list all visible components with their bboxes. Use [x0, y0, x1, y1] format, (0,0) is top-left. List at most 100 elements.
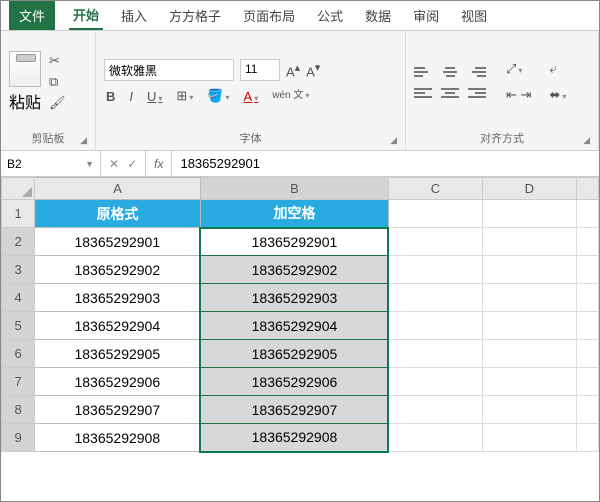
cell-A7[interactable]: 18365292906 [35, 368, 201, 396]
row-header-9[interactable]: 9 [2, 424, 35, 452]
decrease-font-icon[interactable]: A▾ [306, 61, 320, 79]
row-header-8[interactable]: 8 [2, 396, 35, 424]
cell-D2[interactable] [482, 228, 576, 256]
enter-formula-icon[interactable]: ✓ [127, 157, 137, 171]
align-center[interactable] [441, 85, 459, 101]
cell-D5[interactable] [482, 312, 576, 340]
row-header-7[interactable]: 7 [2, 368, 35, 396]
col-header-C[interactable]: C [388, 178, 482, 200]
bold-button[interactable]: B [104, 88, 117, 105]
cell-A1[interactable]: 原格式 [35, 200, 201, 228]
cell-C8[interactable] [388, 396, 482, 424]
align-right[interactable] [468, 85, 486, 101]
fx-icon[interactable]: fx [146, 151, 172, 176]
cell-B7[interactable]: 18365292906 [200, 368, 388, 396]
row-header-5[interactable]: 5 [2, 312, 35, 340]
cell-A3[interactable]: 18365292902 [35, 256, 201, 284]
cut-icon[interactable]: ✂ [49, 53, 66, 69]
col-header-D[interactable]: D [482, 178, 576, 200]
font-family-select[interactable]: 微软雅黑 [104, 59, 234, 81]
cell-C7[interactable] [388, 368, 482, 396]
cell-B6[interactable]: 18365292905 [200, 340, 388, 368]
cell-D3[interactable] [482, 256, 576, 284]
wrap-text-button[interactable]: ⤶ [549, 61, 566, 77]
row-header-6[interactable]: 6 [2, 340, 35, 368]
tab-7[interactable]: 审阅 [409, 2, 443, 29]
formula-input[interactable]: 18365292901 [172, 151, 599, 176]
fill-color-button[interactable]: 🪣 [205, 87, 231, 105]
cell-D9[interactable] [482, 424, 576, 452]
cell-D6[interactable] [482, 340, 576, 368]
tab-8[interactable]: 视图 [457, 2, 491, 29]
align-top-right[interactable] [468, 64, 486, 80]
col-header-B[interactable]: B [200, 178, 388, 200]
cell-C4[interactable] [388, 284, 482, 312]
cell-C2[interactable] [388, 228, 482, 256]
cell-A8[interactable]: 18365292907 [35, 396, 201, 424]
clipboard-icon [9, 51, 41, 87]
increase-font-icon[interactable]: A▴ [286, 61, 300, 79]
name-box-value: B2 [7, 157, 22, 171]
cancel-formula-icon[interactable]: ✕ [109, 157, 119, 171]
ribbon-group-clipboard: 粘贴 ✂ ⧉ 🖌 剪贴板◢ [1, 31, 96, 150]
cell-D7[interactable] [482, 368, 576, 396]
dialog-launcher-icon[interactable]: ◢ [390, 135, 397, 146]
ribbon-group-font: 微软雅黑 11 A▴ A▾ B I U ⊞ 🪣 A wén 文 字体◢ [96, 31, 406, 150]
select-all-corner[interactable] [2, 178, 35, 200]
row-header-4[interactable]: 4 [2, 284, 35, 312]
cell-B8[interactable]: 18365292907 [200, 396, 388, 424]
cell-A2[interactable]: 18365292901 [35, 228, 201, 256]
cell-C1[interactable] [388, 200, 482, 228]
worksheet[interactable]: ABCD1原格式加空格21836529290118365292901318365… [1, 177, 599, 453]
tab-0[interactable]: 文件 [9, 1, 55, 30]
orientation-button[interactable]: ⤢ [506, 61, 531, 77]
cell-C6[interactable] [388, 340, 482, 368]
cell-C9[interactable] [388, 424, 482, 452]
font-color-button[interactable]: A [242, 88, 261, 105]
align-top-left[interactable] [414, 64, 432, 80]
col-header-A[interactable]: A [35, 178, 201, 200]
underline-button[interactable]: U [145, 88, 164, 105]
border-button[interactable]: ⊞ [174, 87, 195, 105]
tab-2[interactable]: 插入 [117, 2, 151, 29]
cell-B5[interactable]: 18365292904 [200, 312, 388, 340]
font-size-select[interactable]: 11 [240, 59, 280, 81]
tab-6[interactable]: 数据 [361, 2, 395, 29]
tab-1[interactable]: 开始 [69, 1, 103, 30]
tab-3[interactable]: 方方格子 [165, 2, 225, 29]
cell-B1[interactable]: 加空格 [200, 200, 388, 228]
format-painter-icon[interactable]: 🖌 [49, 95, 66, 111]
row-header-3[interactable]: 3 [2, 256, 35, 284]
cell-A9[interactable]: 18365292908 [35, 424, 201, 452]
copy-icon[interactable]: ⧉ [49, 74, 66, 90]
align-left[interactable] [414, 85, 432, 101]
cell-B3[interactable]: 18365292902 [200, 256, 388, 284]
cell-D8[interactable] [482, 396, 576, 424]
row-header-1[interactable]: 1 [2, 200, 35, 228]
paste-button[interactable]: 粘贴 [9, 51, 41, 113]
tab-5[interactable]: 公式 [313, 2, 347, 29]
italic-button[interactable]: I [127, 88, 135, 105]
indent-decrease-button[interactable]: ⇤ ⇥ [506, 87, 531, 103]
name-box[interactable]: B2 ▼ [1, 151, 101, 176]
dialog-launcher-icon[interactable]: ◢ [80, 135, 87, 146]
dialog-launcher-icon[interactable]: ◢ [583, 135, 590, 146]
cell-A5[interactable]: 18365292904 [35, 312, 201, 340]
cell-C5[interactable] [388, 312, 482, 340]
align-top-center[interactable] [441, 64, 459, 80]
chevron-down-icon: ▼ [85, 159, 94, 169]
cell-D4[interactable] [482, 284, 576, 312]
ribbon-group-align: ⤢ ⇤ ⇥ ⤶ ⬌ 对齐方式◢ [406, 31, 599, 150]
cell-B2[interactable]: 18365292901 [200, 228, 388, 256]
align-grid [414, 64, 488, 101]
cell-A6[interactable]: 18365292905 [35, 340, 201, 368]
cell-B4[interactable]: 18365292903 [200, 284, 388, 312]
cell-A4[interactable]: 18365292903 [35, 284, 201, 312]
cell-C3[interactable] [388, 256, 482, 284]
merge-button[interactable]: ⬌ [549, 87, 566, 103]
phonetic-button[interactable]: wén 文 [270, 90, 311, 102]
cell-B9[interactable]: 18365292908 [200, 424, 388, 452]
cell-D1[interactable] [482, 200, 576, 228]
row-header-2[interactable]: 2 [2, 228, 35, 256]
tab-4[interactable]: 页面布局 [239, 2, 299, 29]
